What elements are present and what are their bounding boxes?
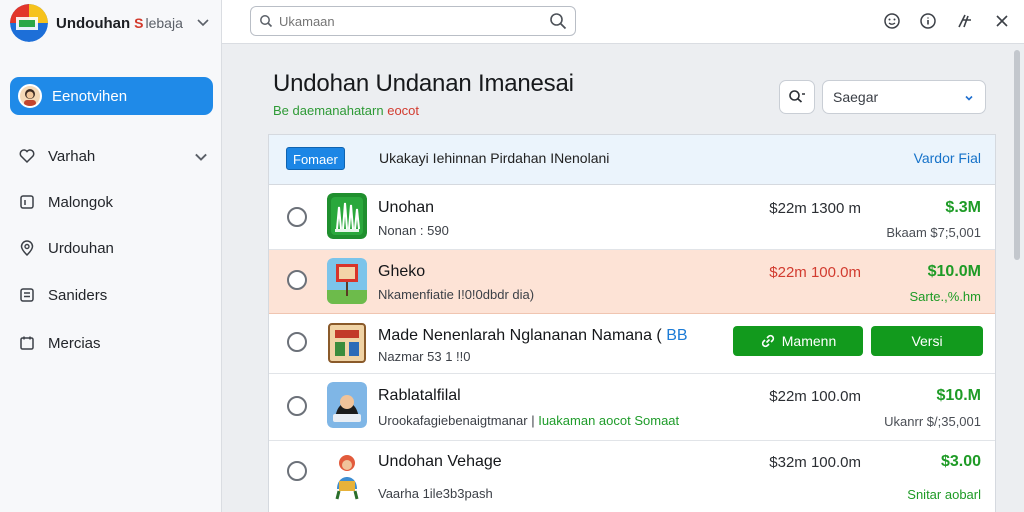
panel-header: Fomaer Ukakayi Iehinnan Pirdahan INenola…: [269, 135, 995, 185]
sort-select[interactable]: Saegar: [822, 80, 986, 114]
page-subtitle: Be daemanahatarn eocot: [273, 103, 419, 118]
page-subtitle-text: Be daemanahatarn: [273, 103, 384, 118]
emoji-icon[interactable]: [881, 10, 903, 32]
sidebar-item-varhah[interactable]: Varhah: [18, 141, 214, 171]
heart-icon: [19, 149, 35, 164]
brand-badge: S: [134, 15, 144, 31]
row-subtitle: Nonan : 590: [378, 223, 449, 238]
search-input[interactable]: [279, 13, 539, 29]
row-radio[interactable]: [287, 332, 307, 352]
sidebar-item-malongok[interactable]: Malongok: [18, 187, 214, 217]
row-subtitle: Urookafagiebenaigtmanar | Iuakaman aocot…: [378, 413, 679, 428]
row-subtitle: Vaarha 1ile3b3pash: [378, 486, 493, 501]
primary-action-label: Mamenn: [781, 333, 837, 349]
info-icon[interactable]: [917, 10, 939, 32]
primary-action-button[interactable]: Mamenn: [733, 326, 863, 356]
sidebar-item-primary[interactable]: Eenotvihen: [10, 77, 213, 115]
sidebar-item-label: Urdouhan: [48, 239, 114, 257]
row-title: Rablatalfilal: [378, 387, 461, 404]
list-box-icon: [20, 288, 34, 302]
brand-logo-icon: [10, 4, 48, 42]
caret-down-icon: [965, 95, 973, 101]
table-row[interactable]: Rablatalfilal Urookafagiebenaigtmanar | …: [269, 374, 995, 441]
avatar: [18, 84, 42, 108]
row-note: Snitar aobarl: [907, 487, 981, 502]
product-thumbnail: [327, 382, 367, 428]
row-subtitle: Nkamenfiatie I!0!0dbdr dia): [378, 287, 534, 302]
sidebar-item-urdouhan[interactable]: Urdouhan: [18, 233, 214, 263]
row-note: Sarte.,%.hm: [909, 289, 981, 304]
sort-select-value: Saegar: [833, 89, 879, 105]
row-title-text: Made Nenenlarah Nglananan Namana (: [378, 327, 662, 344]
results-panel: Fomaer Ukakayi Iehinnan Pirdahan INenola…: [268, 134, 996, 512]
sidebar-item-label: Mercias: [48, 334, 101, 352]
row-title: Made Nenenlarah Nglananan Namana ( BB: [378, 327, 688, 345]
row-radio[interactable]: [287, 270, 307, 290]
row-amount: $10.M: [936, 387, 981, 404]
row-radio[interactable]: [287, 461, 307, 481]
panel-header-text: Ukakayi Iehinnan Pirdahan INenolani: [379, 150, 610, 166]
filter-search-button[interactable]: [779, 80, 815, 114]
table-row[interactable]: Made Nenenlarah Nglananan Namana ( BB Na…: [269, 314, 995, 374]
search-submit-icon[interactable]: [549, 12, 567, 30]
sidebar-item-label: Saniders: [48, 286, 108, 304]
row-subtitle-text: Nkamenfiatie I!0!0dbdr dia): [378, 287, 535, 302]
scrollbar-thumb[interactable]: [1014, 50, 1020, 260]
vendor-link[interactable]: Vardor Fial: [914, 150, 981, 166]
row-subtitle-accent: Iuakaman aocot Somaat: [538, 413, 680, 428]
brand-subtitle: lebaja: [145, 15, 183, 31]
sidebar-item-saniders[interactable]: Saniders: [18, 280, 214, 310]
row-title: Unohan: [378, 199, 435, 216]
version-button[interactable]: Versi: [871, 326, 983, 356]
product-thumbnail: [327, 320, 367, 366]
chevron-down-icon[interactable]: [192, 148, 210, 166]
row-title: Undohan Vehage: [378, 453, 502, 470]
close-icon[interactable]: [991, 10, 1013, 32]
row-price: $32m 100.0m: [769, 454, 861, 471]
page-title: Undohan Undanan Imanesai: [273, 70, 574, 97]
row-price: $22m 100.0m: [769, 264, 861, 281]
search-icon: [789, 90, 805, 103]
format-button[interactable]: Fomaer: [286, 147, 345, 170]
row-radio[interactable]: [287, 396, 307, 416]
row-price: $22m 100.0m: [769, 388, 861, 405]
row-amount: $.3M: [945, 199, 981, 216]
brand-title: Undouhan: [56, 14, 131, 32]
sidebar-item-label: Malongok: [48, 193, 114, 211]
row-price: $22m 1300 m: [769, 200, 861, 217]
row-title-accent: BB: [666, 327, 688, 344]
row-amount: $3.00: [940, 453, 981, 470]
brand-switcher[interactable]: Undouhan S lebaja: [10, 4, 215, 42]
link-icon: [761, 334, 774, 348]
product-thumbnail: [327, 258, 367, 304]
table-row[interactable]: Undohan Vehage Vaarha 1ile3b3pash $32m 1…: [269, 441, 995, 512]
row-subtitle-text: Urookafagiebenaigtmanar |: [378, 413, 535, 428]
row-title: Gheko: [378, 263, 426, 280]
edit-icon[interactable]: [954, 10, 976, 32]
row-note: Ukanrr $/;35,001: [884, 414, 981, 429]
page-subtitle-accent: eocot: [387, 103, 420, 118]
row-note: Bkaam $7;5,001: [886, 225, 981, 240]
product-thumbnail: [327, 193, 367, 239]
row-amount: $10.0M: [927, 263, 981, 280]
sidebar: Undouhan S lebaja Eenotvihen Varhah Malo…: [0, 0, 222, 512]
clipboard-icon: [20, 336, 34, 350]
row-radio[interactable]: [287, 207, 307, 227]
chevron-down-icon[interactable]: [195, 14, 211, 30]
product-thumbnail: [327, 449, 367, 501]
table-row[interactable]: Unohan Nonan : 590 $22m 1300 m $.3M Bkaa…: [269, 185, 995, 250]
top-bar: [222, 0, 1024, 44]
table-row[interactable]: Gheko Nkamenfiatie I!0!0dbdr dia) $22m 1…: [269, 250, 995, 314]
search-icon: [260, 15, 273, 28]
row-subtitle: Nazmar 53 1 !!0: [378, 349, 471, 364]
sidebar-item-label: Varhah: [48, 147, 96, 165]
sidebar-item-mercias[interactable]: Mercias: [18, 328, 214, 358]
document-icon: [20, 195, 34, 209]
search-box: [250, 6, 576, 36]
sidebar-item-label: Eenotvihen: [52, 87, 128, 105]
location-pin-icon: [20, 240, 34, 257]
